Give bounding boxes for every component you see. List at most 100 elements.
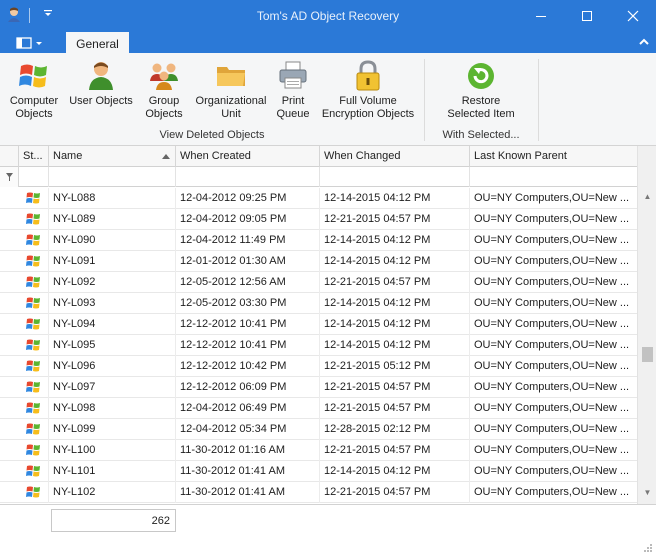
computer-objects-label-2: Objects [15,108,53,120]
cell-when-changed: 12-21-2015 04:57 PM [320,209,470,230]
with-selected-group-label: With Selected... [442,129,520,141]
table-row[interactable]: NY-L101 11-30-2012 01:41 AM 12-14-2015 04:… [0,461,637,482]
cell-when-created: 12-05-2012 03:30 PM [176,293,320,314]
table-row[interactable]: NY-L090 12-04-2012 11:49 PM 12-14-2015 04:… [0,230,637,251]
cell-name: NY-L098 [49,398,176,419]
printer-icon [277,59,309,92]
cell-when-created: 12-12-2012 10:41 PM [176,314,320,335]
column-header-last-known-parent[interactable]: Last Known Parent [470,146,637,167]
cell-status [19,482,49,503]
grid-header: St... Name When Created When Changed Las… [0,146,637,167]
table-row[interactable]: NY-L094 12-12-2012 10:41 PM 12-14-2015 04:… [0,314,637,335]
cell-when-created: 12-01-2012 01:30 AM [176,251,320,272]
restore-selected-item-button[interactable]: Restore Selected Item [440,59,522,121]
table-row[interactable]: NY-L092 12-05-2012 12:56 AM 12-21-2015 04:… [0,272,637,293]
table-row[interactable]: NY-L097 12-12-2012 06:09 PM 12-21-2015 04:… [0,377,637,398]
windows-logo-icon [18,59,50,92]
table-row[interactable]: NY-L102 11-30-2012 01:41 AM 12-21-2015 04:… [0,482,637,503]
scroll-down-icon[interactable]: ▼ [641,488,654,500]
column-header-when-created[interactable]: When Created [176,146,320,167]
maximize-button[interactable] [564,0,610,31]
computer-objects-button[interactable]: Computer Objects [6,59,62,121]
cell-name: NY-L096 [49,356,176,377]
table-row[interactable]: NY-L095 12-12-2012 10:41 PM 12-14-2015 04:… [0,335,637,356]
print-queue-button[interactable]: Print Queue [273,59,313,121]
cell-when-created: 12-04-2012 09:05 PM [176,209,320,230]
computer-status-icon [26,276,42,292]
cell-when-changed: 12-14-2015 04:12 PM [320,335,470,356]
cell-last-known-parent: OU=NY Computers,OU=New ... [474,486,630,498]
organizational-unit-button[interactable]: Organizational Unit [193,59,269,121]
grid-rows: NY-L088 12-04-2012 09:25 PM 12-14-2015 04:… [0,188,637,504]
cell-last-known-parent: OU=NY Computers,OU=New ... [474,276,630,288]
resize-grip-icon[interactable] [643,543,653,553]
full-volume-encryption-button[interactable]: Full Volume Encryption Objects [318,59,418,121]
minimize-button[interactable] [518,0,564,31]
table-row[interactable]: NY-L100 11-30-2012 01:16 AM 12-21-2015 04:… [0,440,637,461]
cell-name: NY-L090 [49,230,176,251]
cell-when-changed: 12-21-2015 05:12 PM [320,356,470,377]
group-objects-label-2: Objects [145,108,183,120]
folder-icon [215,59,247,92]
computer-status-icon [26,297,42,313]
cell-when-changed: 12-21-2015 04:57 PM [320,482,470,503]
cell-when-created: 12-04-2012 06:49 PM [176,398,320,419]
full-volume-label-1: Full Volume [339,95,397,107]
filter-cell-status[interactable] [19,167,49,187]
cell-last-known-parent: OU=NY Computers,OU=New ... [474,234,630,246]
cell-name: NY-L100 [49,440,176,461]
user-objects-button[interactable]: User Objects [67,59,135,108]
cell-when-changed: 12-21-2015 04:57 PM [320,272,470,293]
tab-general[interactable]: General [66,32,129,54]
cell-name: NY-L097 [49,377,176,398]
cell-last-known-parent: OU=NY Computers,OU=New ... [474,339,630,351]
cell-status [19,251,49,272]
organizational-unit-label-2: Unit [221,108,241,120]
collapse-ribbon-icon[interactable] [638,36,650,48]
row-indicator-header [0,146,19,167]
app-menu-button[interactable] [9,35,46,51]
table-row[interactable]: NY-L096 12-12-2012 10:42 PM 12-21-2015 05:… [0,356,637,377]
cell-name: NY-L091 [49,251,176,272]
vertical-scrollbar[interactable]: ▲ ▼ [637,146,656,504]
table-row[interactable]: NY-L093 12-05-2012 03:30 PM 12-14-2015 04:… [0,293,637,314]
filter-cell-when-changed[interactable] [320,167,470,187]
filter-row-indicator [0,167,19,187]
filter-cell-name[interactable] [49,167,176,187]
restore-label-1: Restore [461,95,501,107]
title-bar: Tom's AD Object Recovery [0,0,656,31]
restore-icon [465,59,497,92]
cell-when-changed: 12-14-2015 04:12 PM [320,251,470,272]
group-objects-button[interactable]: Group Objects [140,59,188,121]
cell-when-changed: 12-21-2015 04:57 PM [320,377,470,398]
close-button[interactable] [610,0,656,31]
table-row[interactable]: NY-L088 12-04-2012 09:25 PM 12-14-2015 04:… [0,188,637,209]
cell-status [19,398,49,419]
column-header-when-changed[interactable]: When Changed [320,146,470,167]
filter-cell-when-created[interactable] [176,167,320,187]
cell-last-known-parent: OU=NY Computers,OU=New ... [474,402,630,414]
table-row[interactable]: NY-L089 12-04-2012 09:05 PM 12-21-2015 04:… [0,209,637,230]
table-row[interactable]: NY-L099 12-04-2012 05:34 PM 12-28-2015 02:… [0,419,637,440]
cell-when-changed: 12-28-2015 02:12 PM [320,419,470,440]
computer-status-icon [26,423,42,439]
cell-when-created: 11-30-2012 01:41 AM [176,461,320,482]
cell-when-created: 12-04-2012 11:49 PM [176,230,320,251]
cell-when-changed: 12-14-2015 04:12 PM [320,230,470,251]
cell-when-created: 12-05-2012 12:56 AM [176,272,320,293]
table-row[interactable]: NY-L098 12-04-2012 06:49 PM 12-21-2015 04:… [0,398,637,419]
print-queue-label-2: Queue [276,108,310,120]
scroll-up-icon[interactable]: ▲ [641,192,654,204]
cell-status [19,356,49,377]
cell-status [19,230,49,251]
filter-cell-last-known-parent[interactable] [470,167,637,187]
table-row[interactable]: NY-L091 12-01-2012 01:30 AM 12-14-2015 04:… [0,251,637,272]
ribbon-tab-row: General [0,31,656,54]
scrollbar-thumb[interactable] [642,347,653,362]
cell-last-known-parent: OU=NY Computers,OU=New ... [474,423,630,435]
cell-when-created: 12-12-2012 10:42 PM [176,356,320,377]
computer-status-icon [26,255,42,271]
column-header-status[interactable]: St... [19,146,49,167]
column-header-name[interactable]: Name [49,146,176,167]
filter-icon [6,173,13,181]
